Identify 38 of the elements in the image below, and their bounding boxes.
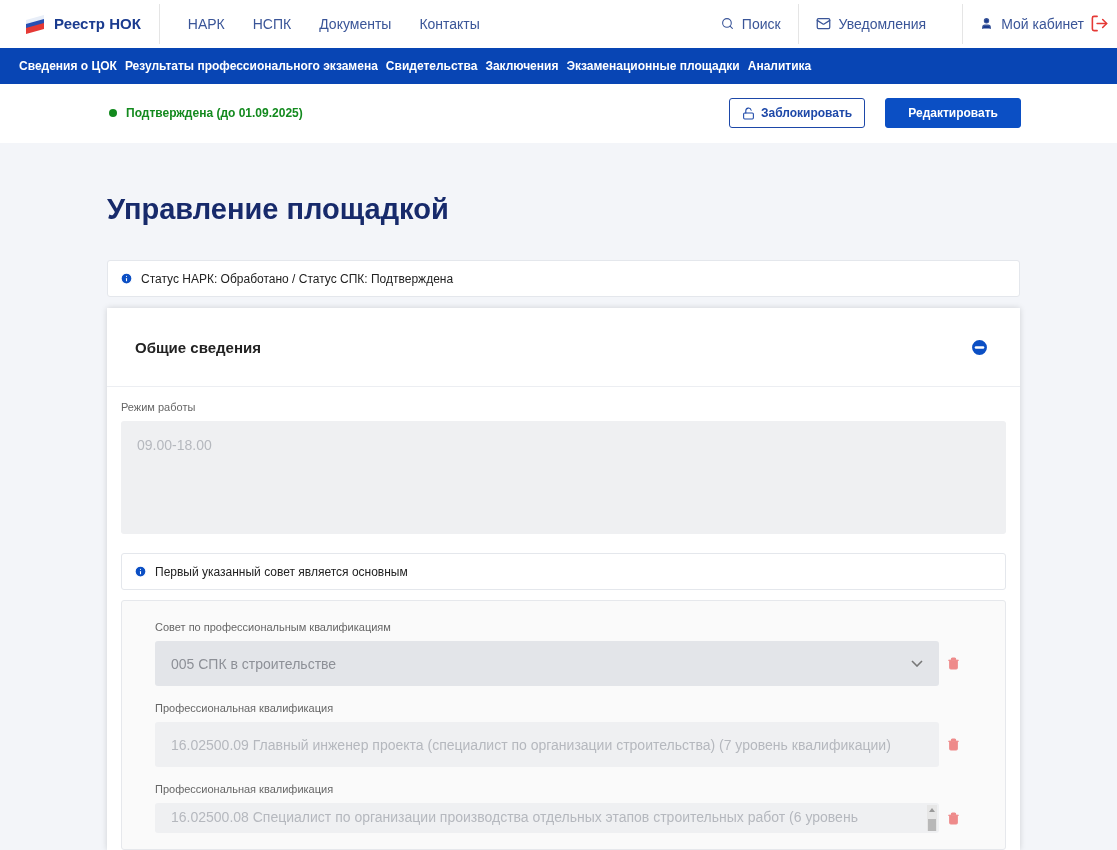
field-label: Совет по профессиональным квалификациям [155,621,392,633]
section-tab[interactable]: Аналитика [747,58,812,73]
flag-logo-icon [24,13,46,34]
section-tab[interactable]: Сведения о ЦОК [19,58,117,73]
scrollbar-icon [927,805,937,831]
nav-link[interactable]: Контакты [419,15,480,32]
section-tab[interactable]: Заключения [485,58,559,73]
notice-text: Статус НАРК: Обработано / Статус СПК: Подтверждена [141,271,454,286]
info-icon [120,272,133,285]
nav-link[interactable]: Документы [319,15,392,32]
block-button[interactable]: Заблокировать [728,98,866,129]
search-link[interactable]: Поиск [703,3,799,44]
lock-icon [741,106,755,120]
section-title: Общие сведения [135,338,261,356]
status-label: Подтверждена (до 01.09.2025) [109,106,303,121]
notice-text: Первый указанный совет является основным [155,564,408,579]
logo[interactable]: Реестр НОК [24,3,160,44]
field-label: Профессиональная квалификация [155,702,335,714]
field-label: Режим работы [121,401,197,413]
section-tab[interactable]: Результаты профессионального экзамена [124,58,378,73]
page-title: Управление площадкой [107,193,450,226]
cabinet-link[interactable]: Мой кабинет [963,3,1090,44]
chevron-down-icon [911,660,923,667]
trash-icon[interactable] [947,657,960,670]
trash-icon[interactable] [947,811,960,825]
nav-link[interactable]: НАРК [187,15,225,32]
trash-icon[interactable] [947,738,960,751]
nav-link[interactable]: НСПК [252,15,292,32]
search-icon [720,17,734,31]
envelope-icon [815,16,831,32]
user-icon [980,17,994,31]
section-tab[interactable]: Свидетельства [385,58,478,73]
edit-button[interactable]: Редактировать [885,98,1021,129]
section-tab[interactable]: Экзаменационные площадки [566,58,740,73]
logout-icon[interactable] [1090,14,1109,34]
info-icon [134,565,147,578]
field-label: Профессиональная квалификация [155,783,335,795]
notifications-link[interactable]: Уведомления [798,3,964,44]
